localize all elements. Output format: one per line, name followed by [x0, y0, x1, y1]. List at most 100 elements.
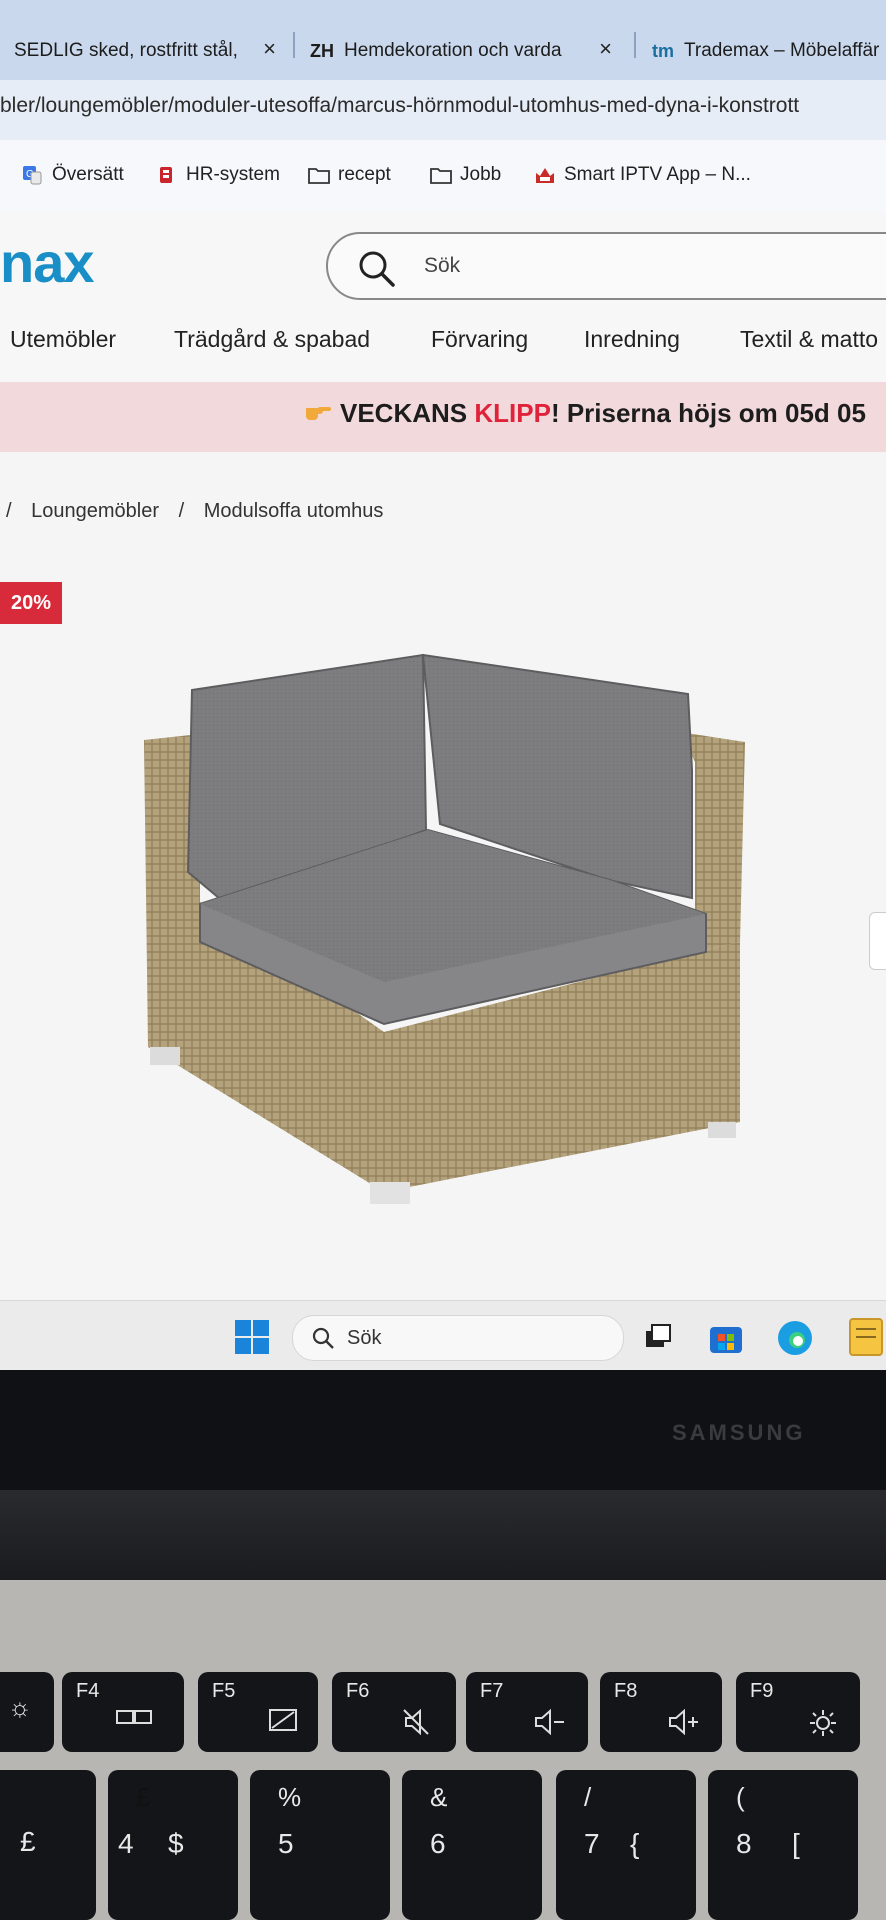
key-3: £ [0, 1770, 96, 1920]
folder-icon [430, 165, 452, 185]
hr-icon [156, 165, 176, 185]
nav-tradgard-spabad[interactable]: Trädgård & spabad [174, 326, 370, 353]
key-f5: F5 [198, 1672, 318, 1752]
tab-title: Trademax – Möbelaffär [684, 40, 880, 61]
tab-divider [634, 32, 636, 58]
key-7: / 7 { [556, 1770, 696, 1920]
bookmark-oversatt[interactable]: G Översätt [22, 164, 124, 186]
key-f4: F4 [62, 1672, 184, 1752]
volume-down-icon [535, 1708, 564, 1736]
key-alt: [ [792, 1828, 800, 1859]
tab-title: SEDLIG sked, rostfritt stål, [14, 40, 238, 61]
site-header: nax Sök [0, 212, 886, 312]
tab-sedlig[interactable]: SEDLIG sked, rostfritt stål, × [14, 22, 276, 80]
translate-icon: G [22, 165, 42, 185]
zh-favicon-icon: ZH [310, 40, 334, 61]
tab-hemdekoration[interactable]: ZH Hemdekoration och varda × [310, 22, 612, 80]
folder-icon [308, 165, 330, 185]
trademax-favicon-icon: tm [652, 40, 674, 61]
trademax-logo[interactable]: nax [0, 230, 94, 295]
tab-divider [293, 32, 295, 58]
key-lower: 6 [430, 1828, 446, 1859]
key-upper: & [430, 1782, 448, 1812]
breadcrumb-separator: / [6, 500, 12, 522]
key-label: F6 [346, 1680, 370, 1702]
key-upper: / [584, 1782, 592, 1812]
key-5: % 5 [250, 1770, 390, 1920]
breadcrumb-loungemobler[interactable]: Loungemöbler [31, 500, 159, 522]
task-view-icon[interactable] [644, 1323, 672, 1351]
laptop-keyboard-deck: ☼ F4 F5 F6 F7 F8 F9 £ £ 4 $ % 5 & 6 / 7 … [0, 1580, 886, 1920]
volume-up-icon [669, 1708, 698, 1736]
promo-banner[interactable]: VECKANS KLIPP! Priserna höjs om 05d 05 [0, 382, 886, 452]
notes-app-icon[interactable] [848, 1317, 884, 1357]
key-lower: 4 [118, 1828, 134, 1859]
breadcrumb-modulsoffa[interactable]: Modulsoffa utomhus [204, 500, 384, 522]
bookmark-jobb[interactable]: Jobb [430, 164, 501, 186]
browser-tab-bar: SEDLIG sked, rostfritt stål, × ZH Hemdek… [0, 0, 886, 80]
search-icon [312, 1327, 334, 1349]
microsoft-store-icon[interactable] [708, 1319, 744, 1355]
gallery-next-button[interactable] [869, 912, 886, 970]
nav-forvaring[interactable]: Förvaring [431, 326, 528, 353]
nav-textil-mattor[interactable]: Textil & matto [740, 326, 878, 353]
close-tab-icon[interactable]: × [599, 36, 612, 62]
category-nav: Utemöbler Trädgård & spabad Förvaring In… [0, 312, 886, 382]
key-lower: 7 [584, 1828, 600, 1859]
laptop-bezel: SAMSUNG [0, 1370, 886, 1490]
key-label: F4 [76, 1680, 100, 1702]
tab-title: Hemdekoration och varda [344, 40, 562, 61]
bookmark-smart-iptv[interactable]: Smart IPTV App – N... [534, 164, 751, 186]
key-label: F8 [614, 1680, 638, 1702]
url-text: bler/loungemöbler/moduler-utesoffa/marcu… [0, 94, 800, 117]
discount-badge: 20% [0, 582, 62, 624]
promo-rest: ! Priserna höjs om 05d 05 [550, 398, 866, 428]
key-upper: % [278, 1782, 302, 1812]
taskbar-search[interactable]: Sök [292, 1315, 624, 1361]
key-lower: 5 [278, 1828, 294, 1859]
promo-lead: VECKANS [340, 398, 475, 428]
key-f6: F6 [332, 1672, 456, 1752]
search-icon [359, 251, 395, 287]
brightness-icon [810, 1710, 836, 1736]
edge-browser-icon[interactable] [776, 1319, 814, 1357]
key-alt: $ [168, 1828, 184, 1859]
bookmark-recept[interactable]: recept [308, 164, 391, 186]
bookmark-label: Jobb [460, 164, 502, 185]
product-image-corner-sofa[interactable] [140, 652, 760, 1212]
key-label: F5 [212, 1680, 236, 1702]
windows-start-icon[interactable] [234, 1319, 270, 1355]
key-4: £ 4 $ [108, 1770, 238, 1920]
breadcrumb-separator: / [178, 500, 185, 522]
key-upper: £ [136, 1782, 151, 1812]
tab-trademax[interactable]: tm Trademax – Möbelaffär [652, 22, 886, 80]
bookmark-hr-system[interactable]: HR-system [156, 164, 280, 186]
bookmark-label: recept [338, 164, 391, 185]
key-f8: F8 [600, 1672, 722, 1752]
key-label: F9 [750, 1680, 774, 1702]
samsung-logo: SAMSUNG [672, 1420, 806, 1445]
key-8: ( 8 [ [708, 1770, 858, 1920]
touchpad-toggle-icon [269, 1709, 297, 1731]
iptv-icon [534, 165, 554, 185]
nav-utemobler[interactable]: Utemöbler [10, 326, 116, 353]
mute-icon [403, 1708, 429, 1736]
laptop-hinge [0, 1490, 886, 1580]
key-f7: F7 [466, 1672, 588, 1752]
key-6: & 6 [402, 1770, 542, 1920]
address-bar[interactable]: bler/loungemöbler/moduler-utesoffa/marcu… [0, 80, 886, 140]
close-tab-icon[interactable]: × [263, 36, 276, 62]
taskbar-search-label: Sök [347, 1327, 382, 1349]
key-upper: ( [736, 1782, 745, 1812]
nav-inredning[interactable]: Inredning [584, 326, 680, 353]
bookmark-label: HR-system [186, 164, 280, 185]
key-alt: { [630, 1828, 640, 1859]
windows-taskbar: Sök [0, 1300, 886, 1370]
product-page: / Loungemöbler / Modulsoffa utomhus 20% [0, 452, 886, 1302]
promo-text: VECKANS KLIPP! Priserna höjs om 05d 05 [304, 398, 866, 429]
key-brightness-up: ☼ [0, 1672, 54, 1752]
key-label: F7 [480, 1680, 504, 1702]
promo-highlight: KLIPP [474, 398, 551, 428]
display-switch-icon [116, 1710, 152, 1724]
site-search-input[interactable]: Sök [326, 232, 886, 300]
